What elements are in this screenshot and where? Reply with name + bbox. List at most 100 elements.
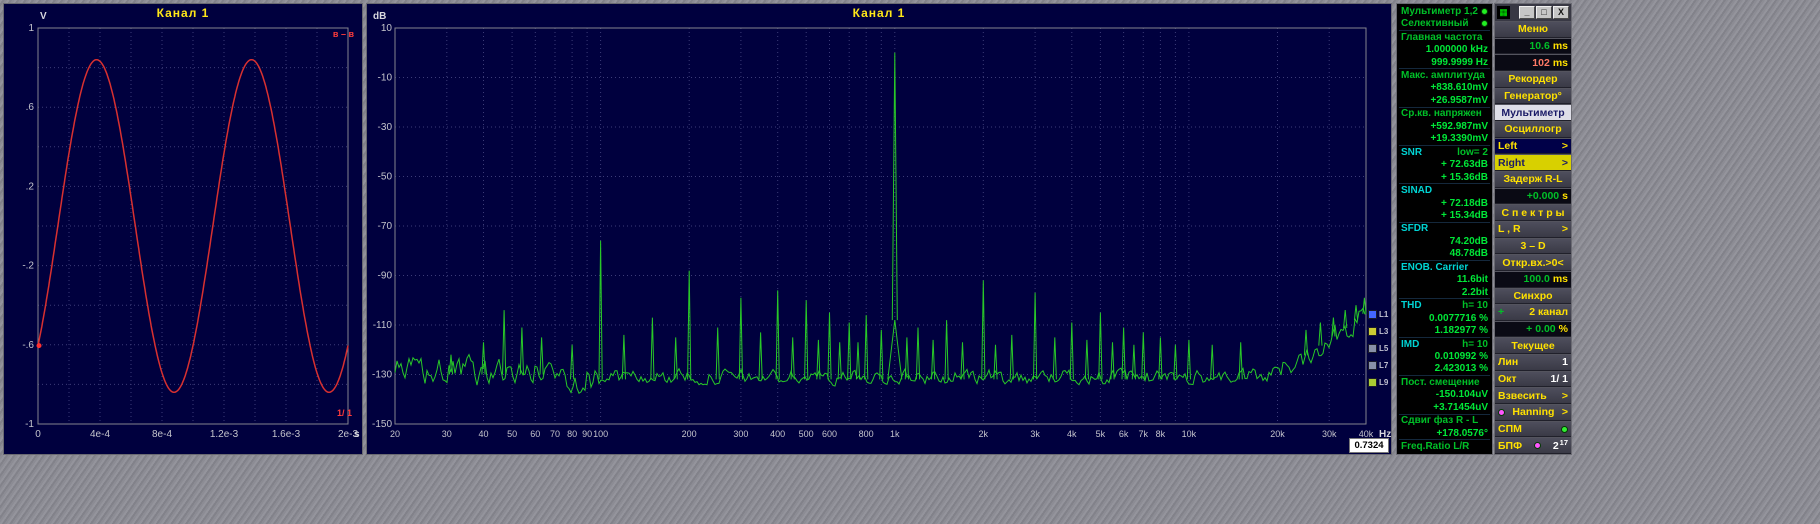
marker-label: L1 xyxy=(1379,310,1389,319)
octave-scale-button[interactable]: Окт 1/ 1 xyxy=(1495,370,1571,388)
multimeter-button[interactable]: Мультиметр xyxy=(1495,104,1571,121)
svg-text:4e-4: 4e-4 xyxy=(90,429,110,440)
svg-text:4k: 4k xyxy=(1067,429,1077,439)
sfdr-l-label: 74.20dB xyxy=(1449,235,1488,247)
selective-mode: Селективный xyxy=(1399,17,1490,29)
svg-text:5k: 5k xyxy=(1096,429,1106,439)
snr-r: + 15.36dB xyxy=(1399,171,1490,183)
left-channel-button-label: > xyxy=(1561,139,1568,152)
multimeter-header: Мультиметр 1,2 xyxy=(1399,5,1490,17)
sfdr-r-label: 48.78dB xyxy=(1449,248,1488,260)
multimeter-header-label: Мультиметр 1,2 xyxy=(1401,5,1478,17)
fft-size-button[interactable]: БПФ 217 xyxy=(1495,437,1571,455)
marker-label: L5 xyxy=(1379,344,1389,353)
svg-text:3k: 3k xyxy=(1030,429,1040,439)
imd-r: 2.423013 % xyxy=(1399,363,1490,375)
weighting-button-label: Взвесить xyxy=(1498,389,1547,402)
phase-shift-label: Сдвиг фаз R - L xyxy=(1399,413,1490,427)
sinad-r: + 15.34dB xyxy=(1399,209,1490,221)
thd-label-label: h= 10 xyxy=(1462,300,1488,312)
enob-l-label: 11.6bit xyxy=(1456,274,1488,286)
svg-text:500: 500 xyxy=(799,429,814,439)
marker-label: L9 xyxy=(1379,378,1389,387)
marker-L1[interactable]: L1 xyxy=(1368,310,1388,319)
menu-button[interactable]: Меню xyxy=(1495,21,1571,38)
buffer-time-display[interactable]: 10.6 ms xyxy=(1495,37,1571,55)
spectrum-plot[interactable]: 10-10-30-50-70-90-110-130-15020 30 40 50 60 7… xyxy=(367,4,1393,454)
spectrum-title: Канал 1 xyxy=(852,6,906,20)
close-button[interactable]: X xyxy=(1553,6,1569,19)
svg-text:60: 60 xyxy=(530,429,540,439)
svg-text:50: 50 xyxy=(507,429,517,439)
svg-text:-110: -110 xyxy=(373,320,393,331)
spectra-button[interactable]: С п е к т р ы xyxy=(1495,204,1571,221)
oscilloscope-button[interactable]: Осциллогр xyxy=(1495,120,1571,138)
sync-percent-display[interactable]: + 0.00% xyxy=(1495,320,1571,338)
sinad-l: + 72.18dB xyxy=(1399,197,1490,209)
phase-shift-value-label: +178.0576° xyxy=(1436,427,1488,439)
window-titlebar: ▦ _ □ X xyxy=(1495,4,1571,21)
buffer-time-display-label: ms xyxy=(1552,39,1568,52)
left-channel-button[interactable]: Left > xyxy=(1495,137,1571,155)
right-channel-button[interactable]: Right > xyxy=(1495,154,1571,171)
marker-L5[interactable]: L5 xyxy=(1368,344,1388,353)
sync-channel-button-label: + xyxy=(1498,306,1505,319)
maximize-button[interactable]: □ xyxy=(1536,6,1552,19)
freq-ratio-label-label: Freq.Ratio L/R xyxy=(1401,441,1470,453)
delay-rl-button[interactable]: Задерж R-L xyxy=(1495,170,1571,188)
oscilloscope-plot[interactable]: 1.6.2-.2-.6-10 4e-4 8e-4 1.2e-3 1.6e-3 2e-3sV xyxy=(4,4,364,454)
window-function-button[interactable]: Hanning > xyxy=(1495,404,1571,421)
weighting-button[interactable]: Взвесить > xyxy=(1495,387,1571,405)
menu-panel: ▦ _ □ X Меню 10.6 ms 102 ms Рекордер Генератор… xyxy=(1494,3,1572,455)
sync-button[interactable]: Синхро xyxy=(1495,287,1571,305)
sync-percent-display-label: % xyxy=(1558,323,1568,336)
marker-L7[interactable]: L7 xyxy=(1368,361,1388,370)
generator-button[interactable]: Генератор° xyxy=(1495,87,1571,105)
open-input-button[interactable]: Откр.вх.>0< xyxy=(1495,254,1571,271)
max-amplitude-r: +26.9587mV xyxy=(1399,94,1490,106)
svg-text:800: 800 xyxy=(859,429,874,439)
svg-text:10: 10 xyxy=(381,23,393,34)
marker-L9[interactable]: L9 xyxy=(1368,378,1388,387)
sinad-l-label: + 72.18dB xyxy=(1441,197,1488,209)
svg-text:70: 70 xyxy=(550,429,560,439)
buffer-time-display-label: 10.6 xyxy=(1529,39,1550,52)
psd-button[interactable]: СПМ xyxy=(1495,420,1571,438)
svg-text:600: 600 xyxy=(822,429,837,439)
current-button[interactable]: Текущее xyxy=(1495,337,1571,355)
svg-text:-.6: -.6 xyxy=(22,340,34,351)
dc-offset-r: +3.71454uV xyxy=(1399,401,1490,413)
sfdr-label-label: SFDR xyxy=(1401,223,1429,235)
led-indicator xyxy=(1498,408,1505,416)
dc-offset-l-label: -150.104uV xyxy=(1435,389,1488,401)
thd-l-label: 0.0077716 % xyxy=(1429,312,1488,324)
marker-square-icon xyxy=(1368,378,1377,387)
imd-label-label: h= 10 xyxy=(1462,338,1488,350)
app-icon[interactable]: ▦ xyxy=(1497,6,1510,19)
octave-scale-button-label: 1/ 1 xyxy=(1550,373,1568,386)
open-input-time-display[interactable]: 100.0 ms xyxy=(1495,270,1571,288)
sync-channel-button[interactable]: +2 канал xyxy=(1495,304,1571,321)
minimize-button[interactable]: _ xyxy=(1519,6,1535,19)
svg-text:1.6e-3: 1.6e-3 xyxy=(272,429,301,440)
sync-percent-display-label: + 0.00 xyxy=(1526,323,1556,336)
svg-text:400: 400 xyxy=(770,429,785,439)
enob-label-label: ENOB. Carrier xyxy=(1401,261,1469,273)
recorder-button[interactable]: Рекордер xyxy=(1495,70,1571,88)
main-frequency-r: 999.9999 Hz xyxy=(1399,56,1490,68)
svg-text:6k: 6k xyxy=(1119,429,1129,439)
sfdr-label: SFDR xyxy=(1399,221,1490,235)
interval-time-display[interactable]: 102 ms xyxy=(1495,54,1571,71)
svg-text:0: 0 xyxy=(35,429,41,440)
open-input-time-display-label: 100.0 xyxy=(1523,273,1550,286)
spectra-3d-button[interactable]: 3 – D xyxy=(1495,237,1571,255)
delay-value-display[interactable]: +0.000 s xyxy=(1495,187,1571,205)
window-function-button-label: Hanning xyxy=(1512,406,1555,419)
menu-button-label: Меню xyxy=(1518,23,1548,36)
linear-scale-button[interactable]: Лин 1 xyxy=(1495,354,1571,371)
right-channel-button-label: Right xyxy=(1498,156,1525,169)
thd-label-label: THD xyxy=(1401,300,1422,312)
marker-square-icon xyxy=(1368,361,1377,370)
lr-spectra-button[interactable]: L , R > xyxy=(1495,220,1571,238)
marker-L3[interactable]: L3 xyxy=(1368,327,1388,336)
